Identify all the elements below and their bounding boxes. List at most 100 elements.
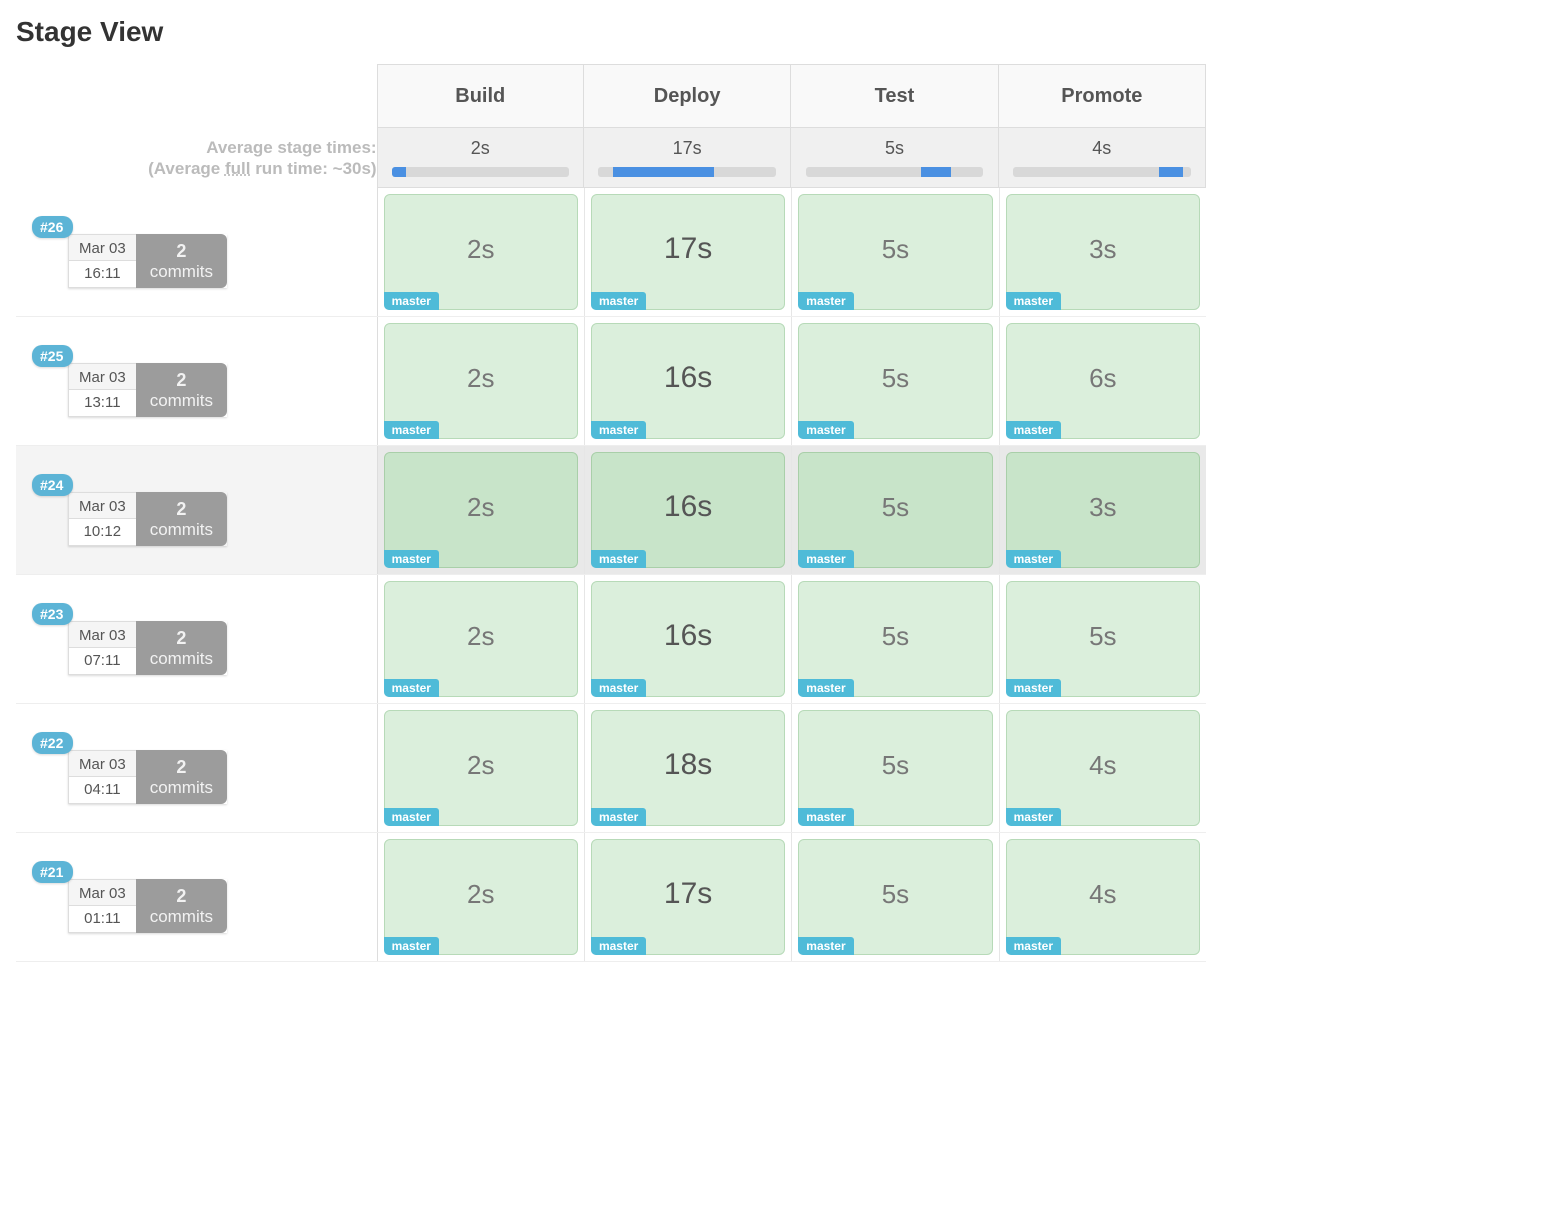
stage-card[interactable]: 5smaster bbox=[798, 194, 992, 310]
branch-tag[interactable]: master bbox=[798, 808, 853, 826]
stage-card[interactable]: 5smaster bbox=[798, 323, 992, 439]
run-commits[interactable]: 2commits bbox=[136, 879, 227, 933]
stage-card[interactable]: 2smaster bbox=[384, 581, 578, 697]
branch-tag[interactable]: master bbox=[1006, 421, 1061, 439]
stage-header-build[interactable]: Build bbox=[377, 64, 584, 128]
run-info-box[interactable]: Mar 0304:112commits bbox=[68, 750, 227, 804]
run-number-badge[interactable]: #22 bbox=[32, 732, 73, 754]
stage-cell[interactable]: 2smaster bbox=[377, 317, 584, 445]
stage-cell[interactable]: 5smaster bbox=[791, 188, 998, 316]
branch-tag[interactable]: master bbox=[1006, 937, 1061, 955]
stage-cell[interactable]: 5smaster bbox=[999, 575, 1206, 703]
run-info-box[interactable]: Mar 0310:122commits bbox=[68, 492, 227, 546]
branch-tag[interactable]: master bbox=[384, 550, 439, 568]
run-info-box[interactable]: Mar 0313:112commits bbox=[68, 363, 227, 417]
run-number-badge[interactable]: #25 bbox=[32, 345, 73, 367]
run-row[interactable]: #21Mar 0301:112commits 2smaster17smaster5… bbox=[16, 833, 1206, 962]
stage-cell[interactable]: 2smaster bbox=[377, 188, 584, 316]
stage-card[interactable]: 2smaster bbox=[384, 194, 578, 310]
stage-header-deploy[interactable]: Deploy bbox=[584, 64, 791, 128]
stage-cell[interactable]: 16smaster bbox=[584, 446, 791, 574]
branch-tag[interactable]: master bbox=[591, 808, 646, 826]
stage-cell[interactable]: 5smaster bbox=[791, 446, 998, 574]
stage-cell[interactable]: 2smaster bbox=[377, 446, 584, 574]
stage-header-test[interactable]: Test bbox=[791, 64, 998, 128]
stage-cell[interactable]: 5smaster bbox=[791, 704, 998, 832]
stage-card[interactable]: 5smaster bbox=[1006, 581, 1200, 697]
stage-cell[interactable]: 16smaster bbox=[584, 575, 791, 703]
stage-cell[interactable]: 2smaster bbox=[377, 833, 584, 961]
run-commits[interactable]: 2commits bbox=[136, 621, 227, 675]
stage-card[interactable]: 4smaster bbox=[1006, 710, 1200, 826]
run-row[interactable]: #24Mar 0310:122commits 2smaster16smaster5… bbox=[16, 446, 1206, 575]
stage-card[interactable]: 3smaster bbox=[1006, 194, 1200, 310]
stage-card[interactable]: 5smaster bbox=[798, 581, 992, 697]
stage-card[interactable]: 5smaster bbox=[798, 710, 992, 826]
stage-card[interactable]: 2smaster bbox=[384, 452, 578, 568]
run-info-box[interactable]: Mar 0301:112commits bbox=[68, 879, 227, 933]
stage-cell[interactable]: 18smaster bbox=[584, 704, 791, 832]
branch-tag[interactable]: master bbox=[384, 679, 439, 697]
stage-card[interactable]: 5smaster bbox=[798, 452, 992, 568]
stage-card[interactable]: 2smaster bbox=[384, 323, 578, 439]
stage-card[interactable]: 16smaster bbox=[591, 323, 785, 439]
stage-cell[interactable]: 5smaster bbox=[791, 317, 998, 445]
run-number-badge[interactable]: #26 bbox=[32, 216, 73, 238]
branch-tag[interactable]: master bbox=[591, 292, 646, 310]
branch-tag[interactable]: master bbox=[798, 550, 853, 568]
stage-cell[interactable]: 5smaster bbox=[791, 575, 998, 703]
stage-header-promote[interactable]: Promote bbox=[999, 64, 1206, 128]
run-info-box[interactable]: Mar 0307:112commits bbox=[68, 621, 227, 675]
stage-card[interactable]: 17smaster bbox=[591, 839, 785, 955]
run-commits[interactable]: 2commits bbox=[136, 492, 227, 546]
run-row[interactable]: #26Mar 0316:112commits 2smaster17smaster5… bbox=[16, 188, 1206, 317]
stage-card[interactable]: 16smaster bbox=[591, 452, 785, 568]
stage-cell[interactable]: 4smaster bbox=[999, 833, 1206, 961]
run-commits[interactable]: 2commits bbox=[136, 363, 227, 417]
stage-cell[interactable]: 17smaster bbox=[584, 833, 791, 961]
branch-tag[interactable]: master bbox=[591, 550, 646, 568]
run-commits[interactable]: 2commits bbox=[136, 234, 227, 288]
run-info-box[interactable]: Mar 0316:112commits bbox=[68, 234, 227, 288]
stage-card[interactable]: 3smaster bbox=[1006, 452, 1200, 568]
stage-card[interactable]: 5smaster bbox=[798, 839, 992, 955]
run-commits[interactable]: 2commits bbox=[136, 750, 227, 804]
branch-tag[interactable]: master bbox=[798, 292, 853, 310]
stage-cell[interactable]: 2smaster bbox=[377, 704, 584, 832]
branch-tag[interactable]: master bbox=[384, 421, 439, 439]
branch-tag[interactable]: master bbox=[384, 937, 439, 955]
branch-tag[interactable]: master bbox=[384, 292, 439, 310]
run-row[interactable]: #22Mar 0304:112commits 2smaster18smaster5… bbox=[16, 704, 1206, 833]
run-number-badge[interactable]: #24 bbox=[32, 474, 73, 496]
branch-tag[interactable]: master bbox=[798, 421, 853, 439]
run-row[interactable]: #23Mar 0307:112commits2smaster16smaster5… bbox=[16, 575, 1206, 704]
branch-tag[interactable]: master bbox=[1006, 550, 1061, 568]
run-number-badge[interactable]: #23 bbox=[32, 603, 73, 625]
stage-cell[interactable]: 3smaster bbox=[999, 188, 1206, 316]
branch-tag[interactable]: master bbox=[1006, 808, 1061, 826]
branch-tag[interactable]: master bbox=[384, 808, 439, 826]
branch-tag[interactable]: master bbox=[1006, 292, 1061, 310]
stage-card[interactable]: 18smaster bbox=[591, 710, 785, 826]
stage-cell[interactable]: 2smaster bbox=[377, 575, 584, 703]
stage-cell[interactable]: 16smaster bbox=[584, 317, 791, 445]
stage-card[interactable]: 2smaster bbox=[384, 839, 578, 955]
branch-tag[interactable]: master bbox=[591, 937, 646, 955]
branch-tag[interactable]: master bbox=[591, 421, 646, 439]
stage-cell[interactable]: 6smaster bbox=[999, 317, 1206, 445]
stage-card[interactable]: 2smaster bbox=[384, 710, 578, 826]
branch-tag[interactable]: master bbox=[798, 937, 853, 955]
stage-cell[interactable]: 4smaster bbox=[999, 704, 1206, 832]
stage-cell[interactable]: 17smaster bbox=[584, 188, 791, 316]
run-number-badge[interactable]: #21 bbox=[32, 861, 73, 883]
branch-tag[interactable]: master bbox=[798, 679, 853, 697]
stage-cell[interactable]: 3smaster bbox=[999, 446, 1206, 574]
stage-cell[interactable]: 5smaster bbox=[791, 833, 998, 961]
stage-card[interactable]: 17smaster bbox=[591, 194, 785, 310]
stage-card[interactable]: 6smaster bbox=[1006, 323, 1200, 439]
stage-card[interactable]: 4smaster bbox=[1006, 839, 1200, 955]
run-row[interactable]: #25Mar 0313:112commits 2smaster16smaster5… bbox=[16, 317, 1206, 446]
branch-tag[interactable]: master bbox=[1006, 679, 1061, 697]
stage-card[interactable]: 16smaster bbox=[591, 581, 785, 697]
branch-tag[interactable]: master bbox=[591, 679, 646, 697]
